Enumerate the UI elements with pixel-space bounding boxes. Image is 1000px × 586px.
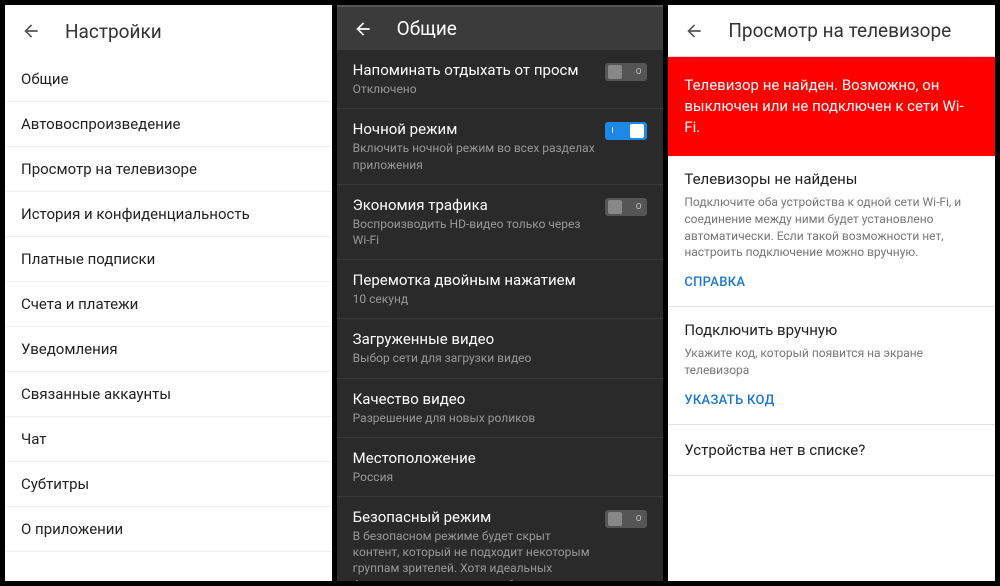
settings-item-privacy[interactable]: История и конфиденциальность: [5, 192, 332, 237]
general-item-4[interactable]: Загруженные видео Выбор сети для загрузки…: [337, 319, 664, 378]
settings-header: Настройки: [5, 5, 332, 57]
back-button[interactable]: [353, 19, 373, 39]
tv-pane: Просмотр на телевизоре Телевизор не найд…: [668, 5, 995, 581]
general-item-7[interactable]: Безопасный режим В безопасном режиме буде…: [337, 497, 664, 581]
settings-item-accounts[interactable]: Связанные аккаунты: [5, 372, 332, 417]
general-pane: Общие Напоминать отдыхать от просм Отключ…: [337, 5, 664, 581]
settings-pane: Настройки Общие Автовоспроизведение Прос…: [5, 5, 332, 581]
general-item-text: Безопасный режим В безопасном режиме буде…: [353, 508, 598, 581]
general-item-2[interactable]: Экономия трафика Воспроизводить HD-видео …: [337, 185, 664, 260]
general-item-text: Напоминать отдыхать от просм Отключено: [353, 61, 598, 97]
general-item-text: Экономия трафика Воспроизводить HD-видео …: [353, 196, 598, 248]
settings-item-billing[interactable]: Счета и платежи: [5, 282, 332, 327]
settings-item-captions[interactable]: Субтитры: [5, 462, 332, 507]
settings-item-about[interactable]: О приложении: [5, 507, 332, 552]
general-item-subtitle: Включить ночной режим во всех разделах п…: [353, 140, 598, 172]
settings-item-notifications[interactable]: Уведомления: [5, 327, 332, 372]
settings-item-general[interactable]: Общие: [5, 57, 332, 102]
general-item-text: Качество видео Разрешение для новых ролик…: [353, 390, 648, 426]
toggle-switch[interactable]: O: [605, 198, 647, 216]
toggle-knob: [630, 124, 644, 138]
general-item-title: Напоминать отдыхать от просм: [353, 61, 598, 79]
general-title: Общие: [397, 17, 457, 40]
general-item-text: Ночной режим Включить ночной режим во все…: [353, 120, 598, 172]
toggle-switch[interactable]: O: [605, 63, 647, 81]
general-item-title: Ночной режим: [353, 120, 598, 138]
arrow-back-icon: [353, 19, 373, 39]
general-item-text: Местоположение Россия: [353, 449, 648, 485]
general-item-subtitle: Воспроизводить HD-видео только через Wi-…: [353, 216, 598, 248]
tv-error-banner: Телевизор не найден. Возможно, он выключ…: [668, 57, 995, 156]
toggle-switch[interactable]: O: [605, 510, 647, 528]
tv-not-found-sub: Подключите оба устройства к одной сети W…: [684, 194, 979, 261]
tv-not-found-title: Телевизоры не найдены: [684, 170, 979, 188]
help-link[interactable]: СПРАВКА: [684, 275, 745, 290]
general-item-6[interactable]: Местоположение Россия: [337, 438, 664, 497]
general-item-3[interactable]: Перемотка двойным нажатием 10 секунд: [337, 260, 664, 319]
toggle-knob: [608, 200, 622, 214]
settings-title: Настройки: [65, 20, 162, 43]
general-item-subtitle: Отключено: [353, 81, 598, 97]
toggle-switch[interactable]: I: [605, 122, 647, 140]
general-item-subtitle: Россия: [353, 469, 648, 485]
general-item-title: Безопасный режим: [353, 508, 598, 526]
general-header: Общие: [337, 5, 664, 50]
general-item-text: Загруженные видео Выбор сети для загрузки…: [353, 330, 648, 366]
tv-not-found-section: Телевизоры не найдены Подключите оба уст…: [668, 156, 995, 307]
toggle-knob: [608, 65, 622, 79]
general-item-subtitle: 10 секунд: [353, 291, 648, 307]
general-item-title: Экономия трафика: [353, 196, 598, 214]
back-button[interactable]: [684, 21, 704, 41]
tv-header: Просмотр на телевизоре: [668, 5, 995, 57]
toggle-knob: [608, 512, 622, 526]
settings-item-tv[interactable]: Просмотр на телевизоре: [5, 147, 332, 192]
general-item-title: Качество видео: [353, 390, 648, 408]
general-list: Напоминать отдыхать от просм Отключено O Но…: [337, 50, 664, 581]
general-item-title: Местоположение: [353, 449, 648, 467]
settings-item-chat[interactable]: Чат: [5, 417, 332, 462]
arrow-back-icon: [684, 21, 704, 41]
general-item-text: Перемотка двойным нажатием 10 секунд: [353, 271, 648, 307]
tv-manual-title: Подключить вручную: [684, 321, 979, 339]
tv-manual-sub: Укажите код, который появится на экране …: [684, 345, 979, 379]
general-item-subtitle: Разрешение для новых роликов: [353, 410, 648, 426]
tv-title: Просмотр на телевизоре: [728, 19, 951, 42]
settings-item-autoplay[interactable]: Автовоспроизведение: [5, 102, 332, 147]
back-button[interactable]: [21, 21, 41, 41]
arrow-back-icon: [21, 21, 41, 41]
general-item-5[interactable]: Качество видео Разрешение для новых ролик…: [337, 379, 664, 438]
settings-list: Общие Автовоспроизведение Просмотр на те…: [5, 57, 332, 552]
enter-code-link[interactable]: УКАЗАТЬ КОД: [684, 393, 774, 408]
general-item-title: Перемотка двойным нажатием: [353, 271, 648, 289]
settings-item-paid[interactable]: Платные подписки: [5, 237, 332, 282]
tv-not-listed[interactable]: Устройства нет в списке?: [668, 425, 995, 476]
tv-manual-section: Подключить вручную Укажите код, который …: [668, 307, 995, 425]
general-item-subtitle: Выбор сети для загрузки видео: [353, 350, 648, 366]
general-item-title: Загруженные видео: [353, 330, 648, 348]
general-item-subtitle: В безопасном режиме будет скрыт контент,…: [353, 528, 598, 581]
general-item-1[interactable]: Ночной режим Включить ночной режим во все…: [337, 109, 664, 184]
general-item-0[interactable]: Напоминать отдыхать от просм Отключено O: [337, 50, 664, 109]
